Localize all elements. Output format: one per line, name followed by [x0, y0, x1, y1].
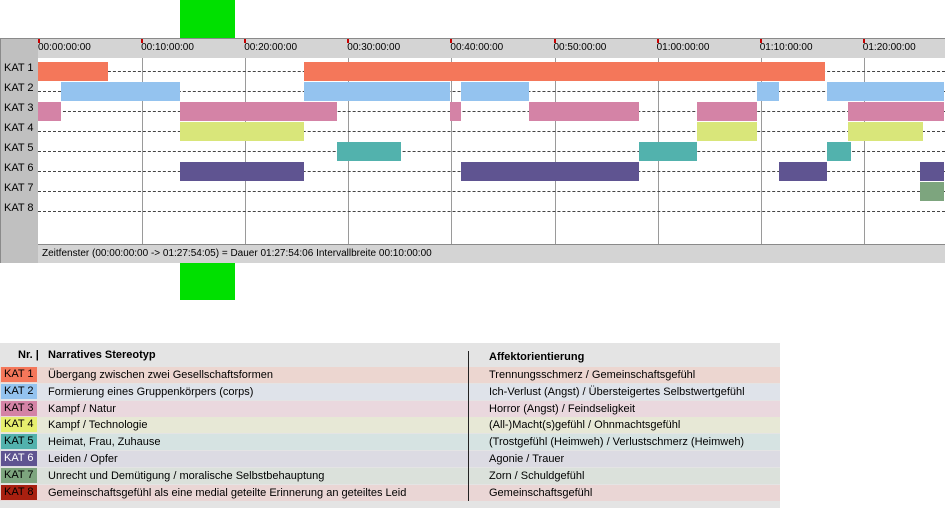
segment-kat-2[interactable] [60, 82, 181, 101]
row-label-kat-7: KAT 7 [4, 182, 34, 194]
tick-label: 01:20:00:00 [862, 42, 916, 53]
legend-affekt: (Trostgefühl (Heimweh) / Verlustschmerz … [489, 436, 745, 449]
tick-label: 01:00:00:00 [656, 42, 710, 53]
segment-kat-7[interactable] [919, 182, 945, 201]
row-line [38, 191, 945, 192]
tick-label: 00:40:00:00 [450, 42, 504, 53]
legend-row: KAT 6 Leiden / Opfer Agonie / Trauer [0, 451, 780, 467]
legend-stereotyp: Kampf / Technologie [48, 419, 148, 432]
time-window-marker-bottom[interactable] [180, 263, 235, 300]
legend-kat-badge: KAT 1 [1, 367, 37, 382]
row-line [38, 111, 945, 112]
status-bar: Zeitfenster (00:00:00:00 -> 01:27:54:05)… [38, 244, 945, 263]
legend-table: Nr. | Narratives Stereotyp Affektorienti… [0, 343, 780, 508]
segment-kat-5[interactable] [639, 142, 697, 161]
legend-affekt: Gemeinschaftsgefühl [489, 486, 593, 499]
segment-kat-6[interactable] [180, 162, 304, 181]
legend-header-affekt: Affektorientierung [489, 351, 585, 363]
legend-row: KAT 2 Formierung eines Gruppenkörpers (co… [0, 383, 780, 400]
segment-kat-6[interactable] [460, 162, 640, 181]
timeline-plot-area[interactable] [38, 58, 945, 244]
legend-row: KAT 3 Kampf / Natur Horror (Angst) / Feind… [0, 400, 780, 417]
legend-kat-badge: KAT 8 [1, 484, 37, 500]
segment-kat-1[interactable] [38, 62, 109, 81]
legend-affekt: Agonie / Trauer [489, 453, 565, 465]
segment-kat-5[interactable] [336, 142, 401, 161]
segment-kat-3[interactable] [180, 102, 337, 121]
row-label-kat-6: KAT 6 [4, 162, 34, 174]
segment-kat-2[interactable] [826, 82, 945, 101]
segment-kat-2[interactable] [303, 82, 451, 101]
tick-label: 00:50:00:00 [553, 42, 607, 53]
legend-stereotyp: Heimat, Frau, Zuhause [48, 436, 161, 449]
legend-stereotyp: Unrecht und Demütigung / moralische Selb… [48, 469, 325, 482]
row-label-kat-1: KAT 1 [4, 62, 34, 74]
segment-kat-2[interactable] [460, 82, 529, 101]
legend-row: KAT 1 Übergang zwischen zwei Gesellschaft… [0, 367, 780, 383]
row-label-kat-8: KAT 8 [4, 202, 34, 214]
segment-kat-5[interactable] [826, 142, 852, 161]
legend-affekt: Zorn / Schuldgefühl [489, 469, 585, 482]
segment-kat-3[interactable] [38, 102, 61, 121]
legend-affekt: Trennungsschmerz / Gemeinschaftsgefühl [489, 369, 696, 381]
tick-label: 00:20:00:00 [244, 42, 298, 53]
segment-kat-3[interactable] [450, 102, 461, 121]
legend-divider [468, 351, 469, 501]
tick-label: 00:00:00:00 [38, 42, 91, 53]
row-label-kat-3: KAT 3 [4, 102, 34, 114]
time-window-marker-top[interactable] [180, 0, 235, 38]
legend-header-nr: Nr. | [18, 349, 39, 361]
segment-kat-6[interactable] [919, 162, 945, 181]
row-line [38, 131, 945, 132]
legend-stereotyp: Leiden / Opfer [48, 453, 118, 465]
legend-kat-badge: KAT 5 [1, 434, 37, 450]
segment-kat-3[interactable] [848, 102, 945, 121]
segment-kat-3[interactable] [528, 102, 640, 121]
legend-stereotyp: Formierung eines Gruppenkörpers (corps) [48, 385, 254, 398]
legend-row: KAT 8 Gemeinschaftsgefühl als eine medial… [0, 484, 780, 501]
segment-kat-3[interactable] [696, 102, 757, 121]
segment-kat-1[interactable] [303, 62, 825, 81]
timeline-panel: KAT 1 KAT 2 KAT 3 KAT 4 KAT 5 KAT 6 KAT 7 KAT 8… [0, 38, 945, 263]
tick-label: 00:30:00:00 [347, 42, 401, 53]
row-label-kat-2: KAT 2 [4, 82, 34, 94]
row-line [38, 151, 945, 152]
segment-kat-6[interactable] [779, 162, 827, 181]
legend-kat-badge: KAT 2 [1, 383, 37, 399]
legend-row: KAT 5 Heimat, Frau, Zuhause (Trostgefühl (… [0, 434, 780, 451]
category-label-column: KAT 1 KAT 2 KAT 3 KAT 4 KAT 5 KAT 6 KAT 7 KAT 8 [1, 39, 38, 263]
row-label-kat-4: KAT 4 [4, 122, 34, 134]
segment-kat-4[interactable] [180, 122, 304, 141]
tick-label: 00:10:00:00 [141, 42, 194, 53]
legend-affekt: (All-)Macht(s)gefühl / Ohnmachtsgefühl [489, 419, 681, 432]
legend-affekt: Horror (Angst) / Feindseligkeit [489, 402, 636, 415]
legend-stereotyp: Kampf / Natur [48, 402, 116, 415]
legend-stereotyp: Gemeinschaftsgefühl als eine medial gete… [48, 486, 407, 499]
legend-affekt: Ich-Verlust (Angst) / Übersteigertes Sel… [489, 385, 745, 398]
time-ruler[interactable]: 00:00:00:00 00:10:00:00 00:20:00:00 00:30:0… [38, 39, 945, 58]
segment-kat-4[interactable] [848, 122, 923, 141]
row-label-kat-5: KAT 5 [4, 142, 34, 154]
row-line [38, 211, 945, 212]
legend-kat-badge: KAT 3 [1, 400, 37, 416]
legend-row: KAT 4 Kampf / Technologie (All-)Macht(s)ge… [0, 417, 780, 434]
legend-row: KAT 7 Unrecht und Demütigung / moralische… [0, 467, 780, 484]
legend-kat-badge: KAT 6 [1, 451, 37, 466]
segment-kat-4[interactable] [696, 122, 757, 141]
legend-kat-badge: KAT 4 [1, 417, 37, 433]
legend-kat-badge: KAT 7 [1, 467, 37, 483]
segment-kat-2[interactable] [756, 82, 780, 101]
legend-stereotyp: Übergang zwischen zwei Gesellschaftsform… [48, 369, 273, 381]
tick-label: 01:10:00:00 [759, 42, 813, 53]
legend-header-stereotyp: Narratives Stereotyp [48, 349, 156, 361]
